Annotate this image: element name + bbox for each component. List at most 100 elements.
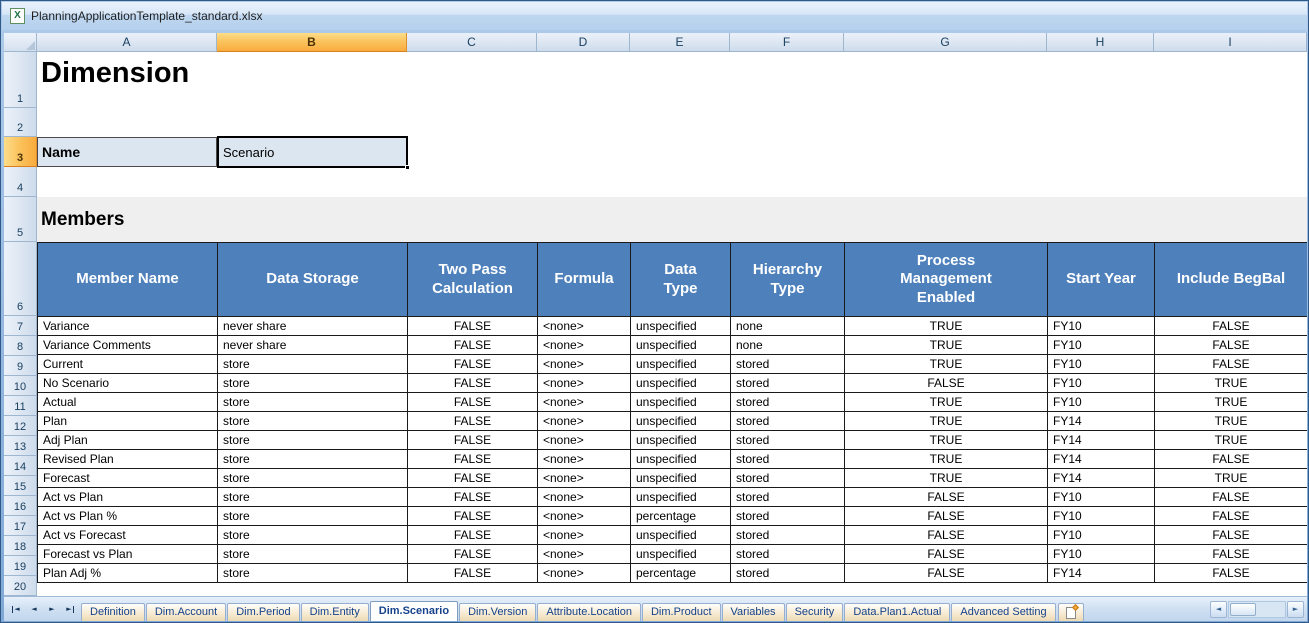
row-header-10[interactable]: 10 (4, 376, 37, 396)
members-header-member-name[interactable]: Member Name (38, 243, 218, 317)
cell[interactable]: FALSE (845, 564, 1048, 583)
cell[interactable]: store (218, 450, 408, 469)
cell[interactable]: FALSE (408, 412, 538, 431)
cell[interactable]: TRUE (845, 412, 1048, 431)
cell[interactable]: unspecified (631, 450, 731, 469)
scroll-next-sheet-button[interactable]: ► (44, 601, 60, 617)
row-header-2[interactable]: 2 (4, 108, 37, 137)
cell[interactable]: stored (731, 507, 845, 526)
cell[interactable]: TRUE (1155, 393, 1308, 412)
cell[interactable]: none (731, 336, 845, 355)
row-header-8[interactable]: 8 (4, 336, 37, 356)
cell[interactable]: FY14 (1048, 564, 1155, 583)
column-header-c[interactable]: C (407, 33, 537, 52)
dimension-title-cell[interactable]: Dimension (41, 57, 189, 90)
cell[interactable]: never share (218, 317, 408, 336)
cell[interactable]: TRUE (845, 469, 1048, 488)
cell[interactable]: TRUE (845, 393, 1048, 412)
fill-handle[interactable] (405, 165, 410, 170)
cell[interactable]: FALSE (1155, 317, 1308, 336)
cell[interactable]: store (218, 355, 408, 374)
column-header-e[interactable]: E (630, 33, 730, 52)
cell[interactable]: FALSE (845, 507, 1048, 526)
scroll-left-button[interactable]: ◄ (1210, 601, 1227, 618)
cell[interactable]: Revised Plan (38, 450, 218, 469)
cell[interactable]: none (731, 317, 845, 336)
cell[interactable]: stored (731, 545, 845, 564)
cell[interactable]: FALSE (408, 374, 538, 393)
cell[interactable]: FALSE (408, 336, 538, 355)
members-header-data-type[interactable]: Data Type (631, 243, 731, 317)
cell[interactable]: FALSE (408, 507, 538, 526)
members-header-process-management-enabled[interactable]: Process Management Enabled (845, 243, 1048, 317)
cell[interactable]: <none> (538, 336, 631, 355)
sheet-tab-dim-product[interactable]: Dim.Product (642, 603, 721, 621)
cell[interactable]: No Scenario (38, 374, 218, 393)
cell[interactable]: unspecified (631, 374, 731, 393)
column-header-h[interactable]: H (1047, 33, 1154, 52)
members-header-hierarchy-type[interactable]: Hierarchy Type (731, 243, 845, 317)
cell[interactable]: FY14 (1048, 469, 1155, 488)
cell[interactable]: TRUE (845, 317, 1048, 336)
cell[interactable]: unspecified (631, 317, 731, 336)
row-header-3[interactable]: 3 (4, 137, 37, 167)
cell[interactable]: store (218, 507, 408, 526)
cell[interactable]: Forecast (38, 469, 218, 488)
cell[interactable]: <none> (538, 317, 631, 336)
cell[interactable]: FALSE (1155, 450, 1308, 469)
row-header-4[interactable]: 4 (4, 167, 37, 197)
cell[interactable]: <none> (538, 469, 631, 488)
row-header-16[interactable]: 16 (4, 496, 37, 516)
cell[interactable]: TRUE (845, 355, 1048, 374)
cell[interactable]: FY14 (1048, 412, 1155, 431)
cell[interactable]: Plan Adj % (38, 564, 218, 583)
cell[interactable]: store (218, 412, 408, 431)
cell[interactable]: <none> (538, 545, 631, 564)
row-header-18[interactable]: 18 (4, 536, 37, 556)
cell[interactable]: FALSE (1155, 336, 1308, 355)
cell[interactable]: TRUE (1155, 469, 1308, 488)
cell[interactable]: percentage (631, 564, 731, 583)
cell[interactable]: unspecified (631, 469, 731, 488)
cell[interactable]: stored (731, 564, 845, 583)
cell[interactable]: FALSE (408, 469, 538, 488)
row-header-15[interactable]: 15 (4, 476, 37, 496)
cell[interactable]: store (218, 393, 408, 412)
scroll-first-sheet-button[interactable]: ◄ (8, 601, 24, 617)
row-header-19[interactable]: 19 (4, 556, 37, 576)
cell[interactable]: FY10 (1048, 526, 1155, 545)
cell[interactable]: FALSE (845, 488, 1048, 507)
cell[interactable]: FALSE (845, 545, 1048, 564)
cell[interactable]: FALSE (1155, 355, 1308, 374)
cell[interactable]: FALSE (408, 317, 538, 336)
row-header-1[interactable]: 1 (4, 52, 37, 108)
cell[interactable]: store (218, 374, 408, 393)
cell[interactable]: FALSE (408, 393, 538, 412)
cell[interactable]: FY10 (1048, 374, 1155, 393)
sheet-tab-dim-entity[interactable]: Dim.Entity (301, 603, 369, 621)
cell[interactable]: TRUE (845, 431, 1048, 450)
row-header-20[interactable]: 20 (4, 576, 37, 596)
selected-cell-b3[interactable]: Scenario (217, 136, 408, 168)
cell[interactable]: TRUE (845, 450, 1048, 469)
row-header-11[interactable]: 11 (4, 396, 37, 416)
members-header-include-begbal[interactable]: Include BegBal (1155, 243, 1308, 317)
cell[interactable]: stored (731, 469, 845, 488)
members-header-two-pass-calculation[interactable]: Two Pass Calculation (408, 243, 538, 317)
cell[interactable]: unspecified (631, 412, 731, 431)
column-header-g[interactable]: G (844, 33, 1047, 52)
select-all-button[interactable] (4, 33, 37, 52)
cell[interactable]: unspecified (631, 355, 731, 374)
cell[interactable]: stored (731, 374, 845, 393)
cell[interactable]: Current (38, 355, 218, 374)
cell[interactable]: FY10 (1048, 336, 1155, 355)
name-label-cell[interactable]: Name (37, 137, 217, 167)
sheet-tab-dim-account[interactable]: Dim.Account (146, 603, 226, 621)
cell[interactable]: percentage (631, 507, 731, 526)
row-header-12[interactable]: 12 (4, 416, 37, 436)
sheet-tab-dim-period[interactable]: Dim.Period (227, 603, 299, 621)
cell[interactable]: store (218, 469, 408, 488)
cell[interactable]: <none> (538, 564, 631, 583)
cell[interactable]: <none> (538, 393, 631, 412)
cell[interactable]: FALSE (845, 526, 1048, 545)
